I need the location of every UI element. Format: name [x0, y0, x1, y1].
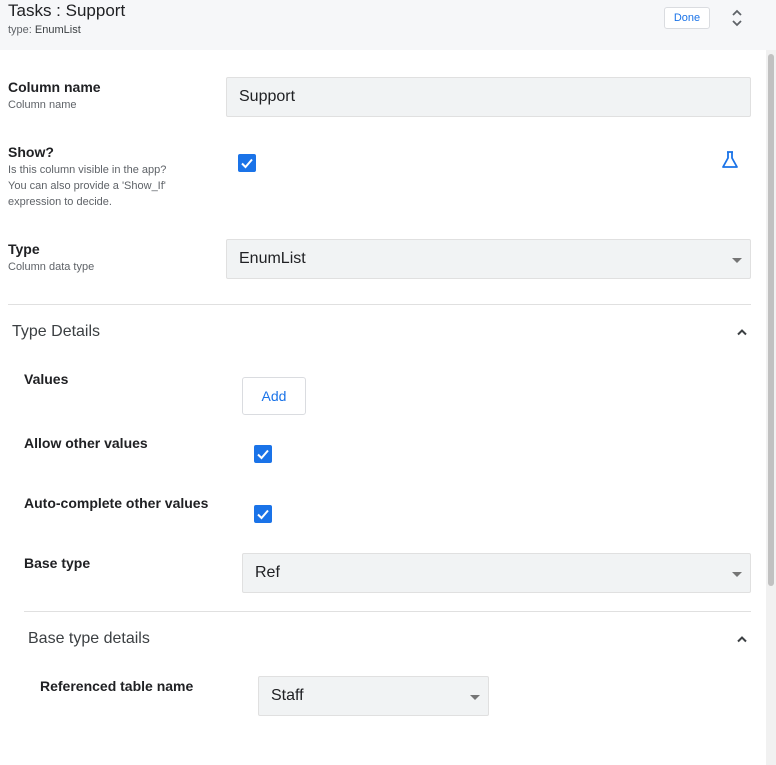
show-description-line2: You can also provide a 'Show_If'	[8, 180, 166, 192]
type-select-value: EnumList	[239, 250, 306, 267]
divider	[24, 611, 751, 612]
type-details-title[interactable]: Type Details	[12, 323, 100, 341]
type-description: Column data type	[8, 261, 95, 273]
done-button[interactable]: Done	[664, 7, 710, 29]
values-label: Values	[24, 371, 69, 387]
add-value-button[interactable]: Add	[242, 377, 306, 415]
chevron-up-icon[interactable]	[736, 328, 748, 336]
show-checkbox[interactable]	[238, 154, 256, 172]
type-prefix: type:	[8, 24, 32, 36]
check-icon	[257, 449, 269, 460]
check-icon	[257, 509, 269, 520]
base-type-select[interactable]: Ref	[242, 553, 751, 593]
show-description-line3: expression to decide.	[8, 196, 112, 208]
flask-icon[interactable]	[720, 150, 740, 170]
auto-complete-label: Auto-complete other values	[24, 495, 209, 511]
base-type-label: Base type	[24, 555, 91, 571]
type-label: Type	[8, 241, 40, 257]
dropdown-caret-icon	[470, 695, 480, 700]
base-type-details-title[interactable]: Base type details	[28, 630, 150, 648]
chevron-up-icon[interactable]	[736, 635, 748, 643]
referenced-table-label: Referenced table name	[40, 678, 194, 694]
show-description-line1: Is this column visible in the app?	[8, 164, 167, 176]
column-name-description: Column name	[8, 99, 77, 111]
base-type-select-value: Ref	[255, 564, 280, 581]
scrollbar-thumb[interactable]	[768, 54, 774, 586]
dropdown-caret-icon	[732, 572, 742, 577]
column-name-label: Column name	[8, 79, 101, 95]
divider	[8, 304, 751, 305]
referenced-table-select[interactable]: Staff	[258, 676, 489, 716]
type-select[interactable]: EnumList	[226, 239, 751, 279]
type-value: EnumList	[34, 24, 81, 36]
panel-header: Tasks : Support type: EnumList Done	[0, 0, 776, 50]
dropdown-caret-icon	[732, 258, 742, 263]
referenced-table-select-value: Staff	[271, 687, 304, 704]
show-label: Show?	[8, 144, 54, 160]
allow-other-values-label: Allow other values	[24, 435, 148, 451]
allow-other-values-checkbox[interactable]	[254, 445, 272, 463]
column-name-input[interactable]	[226, 77, 751, 117]
check-icon	[241, 158, 253, 169]
column-type-caption: type: EnumList	[8, 24, 81, 36]
panel-title: Tasks : Support	[8, 1, 126, 20]
unfold-icon[interactable]	[728, 8, 746, 28]
auto-complete-checkbox[interactable]	[254, 505, 272, 523]
